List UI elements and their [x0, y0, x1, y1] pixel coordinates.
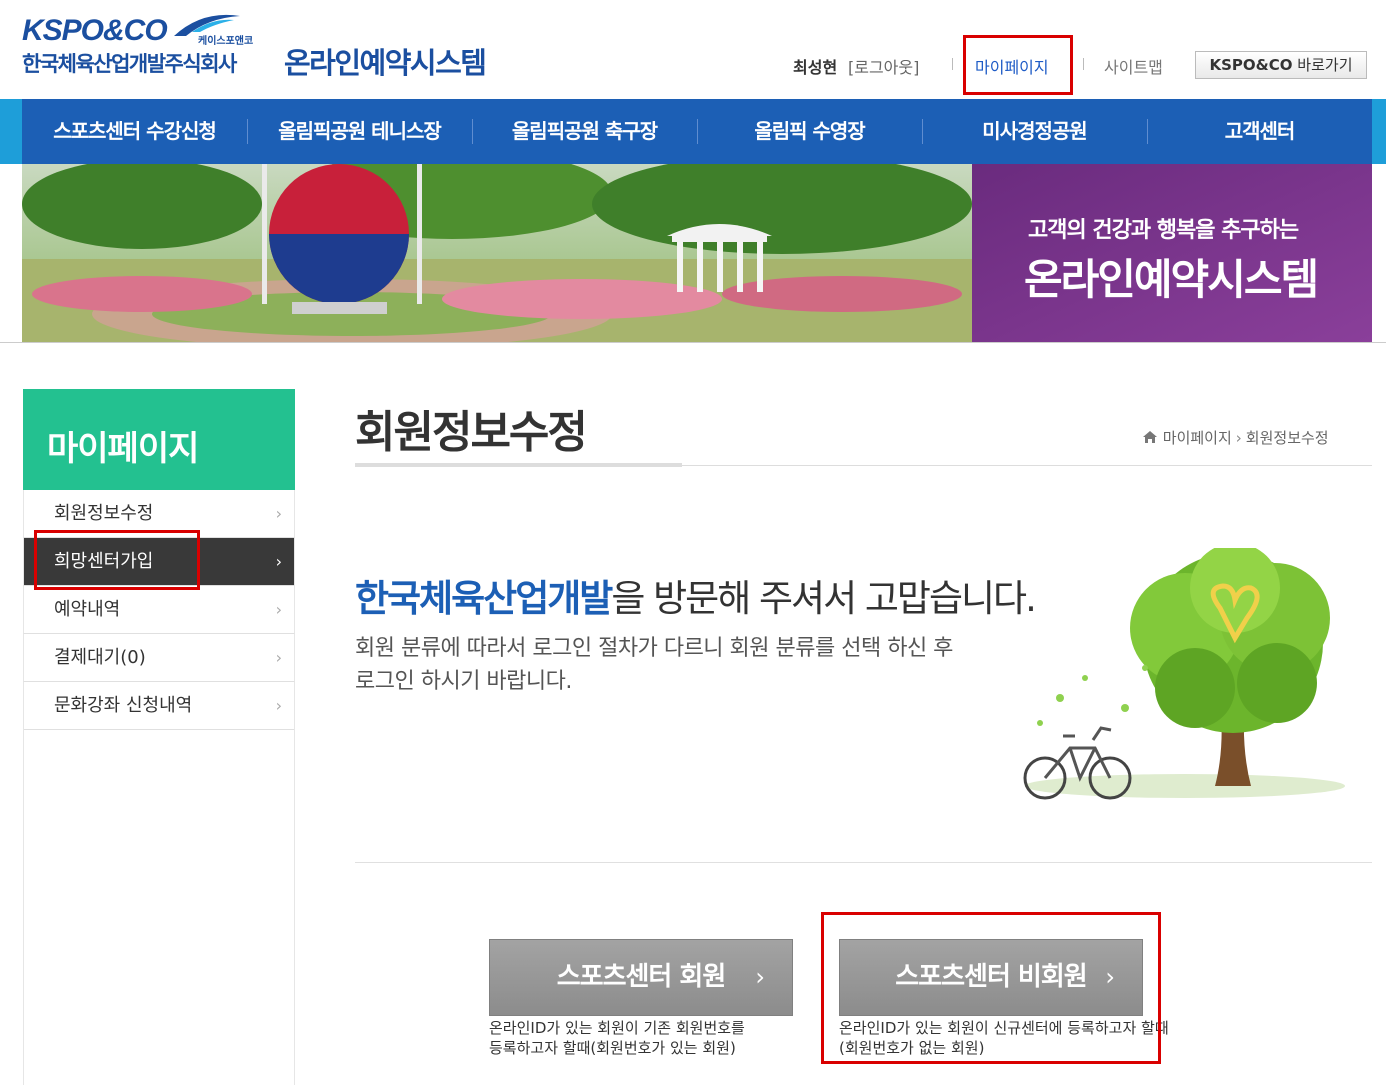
- highlight-nonmember: [821, 912, 1161, 1064]
- chevron-right-icon: ›: [275, 696, 282, 715]
- user-name: 최성현: [793, 58, 838, 77]
- home-icon: [1143, 431, 1157, 443]
- content-divider: [355, 862, 1372, 863]
- highlight-hope-center: [34, 530, 200, 590]
- sitemap-link[interactable]: 사이트맵: [1104, 54, 1163, 78]
- breadcrumb: 마이페이지 › 회원정보수정: [1142, 427, 1329, 448]
- description-line: 온라인ID가 있는 회원이 기존 회원번호를: [489, 1019, 745, 1037]
- nav-item-soccer[interactable]: 올림픽공원 축구장: [472, 99, 697, 164]
- description-line: 로그인 하시기 바랍니다.: [355, 669, 572, 694]
- login-description: 회원 분류에 따라서 로그인 절차가 다르니 회원 분류를 선택 하신 후 로그…: [355, 632, 1005, 698]
- sidebar-item-label: 회원정보수정: [54, 503, 154, 524]
- util-divider: [1083, 58, 1084, 70]
- logo-sub: 케이스포앤코: [198, 36, 254, 47]
- chevron-right-icon: ›: [275, 504, 282, 523]
- sidebar-border: [23, 728, 24, 1085]
- member-button-description: 온라인ID가 있는 회원이 기존 회원번호를 등록하고자 할때(회원번호가 있는…: [489, 1018, 809, 1058]
- nav-item-customer-center[interactable]: 고객센터: [1147, 99, 1372, 164]
- description-line: 등록하고자 할때(회원번호가 있는 회원): [489, 1039, 736, 1057]
- sidebar-title: 마이페이지: [23, 389, 295, 490]
- sidebar-menu: 회원정보수정 › 희망센터가입 › 예약내역 › 결제대기(0) › 문화강좌 …: [23, 490, 295, 730]
- welcome-rest: 을 방문해 주셔서 고맙습니다.: [611, 577, 1037, 620]
- breadcrumb-item[interactable]: 마이페이지: [1163, 429, 1232, 447]
- logo-company: 한국체육산업개발주식회사: [22, 52, 237, 76]
- page-title: 회원정보수정: [355, 407, 588, 458]
- breadcrumb-item: 회원정보수정: [1245, 429, 1329, 447]
- highlight-mypage: [963, 35, 1073, 95]
- banner-tagline: 고객의 건강과 행복을 추구하는: [1028, 218, 1299, 243]
- sidebar-item-label: 결제대기(0): [54, 647, 146, 668]
- banner-headline: 온라인예약시스템: [1024, 255, 1319, 304]
- tree-bicycle-illustration: [1023, 548, 1345, 800]
- logout-link[interactable]: [로그아웃]: [848, 54, 919, 78]
- nav-item-misa[interactable]: 미사경정공원: [922, 99, 1147, 164]
- description-line: 회원 분류에 따라서 로그인 절차가 다르니 회원 분류를 선택 하신 후: [355, 636, 953, 661]
- site-logo[interactable]: KSPO&CO 케이스포앤코 한국체육산업개발주식회사 온라인예약시스템: [22, 10, 522, 85]
- chevron-right-icon: ›: [275, 600, 282, 619]
- sports-center-member-button[interactable]: 스포츠센터 회원 ›: [489, 939, 793, 1016]
- kspo-shortcut-brand: KSPO&CO: [1209, 56, 1293, 74]
- sidebar-item-payment-pending[interactable]: 결제대기(0) ›: [23, 634, 295, 682]
- chevron-right-icon: ›: [275, 648, 282, 667]
- nav-item-tennis[interactable]: 올림픽공원 테니스장: [247, 99, 472, 164]
- welcome-highlight: 한국체육산업개발: [355, 577, 613, 620]
- button-label: 스포츠센터 회원: [556, 962, 726, 992]
- title-underline: [355, 463, 682, 467]
- welcome-message: 한국체육산업개발을 방문해 주셔서 고맙습니다.: [355, 568, 1037, 622]
- sidebar-item-reservations[interactable]: 예약내역 ›: [23, 586, 295, 634]
- banner-divider: [0, 342, 1386, 343]
- logo-brand: KSPO&CO: [22, 14, 168, 47]
- sidebar-item-label: 문화강좌 신청내역: [54, 695, 193, 716]
- chevron-right-icon: ›: [755, 963, 765, 991]
- breadcrumb-separator-icon: ›: [1235, 429, 1242, 447]
- nav-item-sports-center[interactable]: 스포츠센터 수강신청: [22, 99, 247, 164]
- nav-item-swimming[interactable]: 올림픽 수영장: [697, 99, 922, 164]
- main-nav: 스포츠센터 수강신청 올림픽공원 테니스장 올림픽공원 축구장 올림픽 수영장 …: [22, 99, 1372, 164]
- kspo-shortcut-label: 바로가기: [1297, 56, 1353, 74]
- sidebar-border: [294, 728, 295, 1085]
- sidebar-item-culture-class[interactable]: 문화강좌 신청내역 ›: [23, 682, 295, 730]
- kspo-shortcut-button[interactable]: KSPO&CO 바로가기: [1195, 51, 1367, 79]
- chevron-right-icon: ›: [275, 552, 282, 571]
- logo-system: 온라인예약시스템: [284, 46, 487, 80]
- sidebar-item-label: 예약내역: [54, 599, 121, 620]
- util-divider: [952, 58, 953, 70]
